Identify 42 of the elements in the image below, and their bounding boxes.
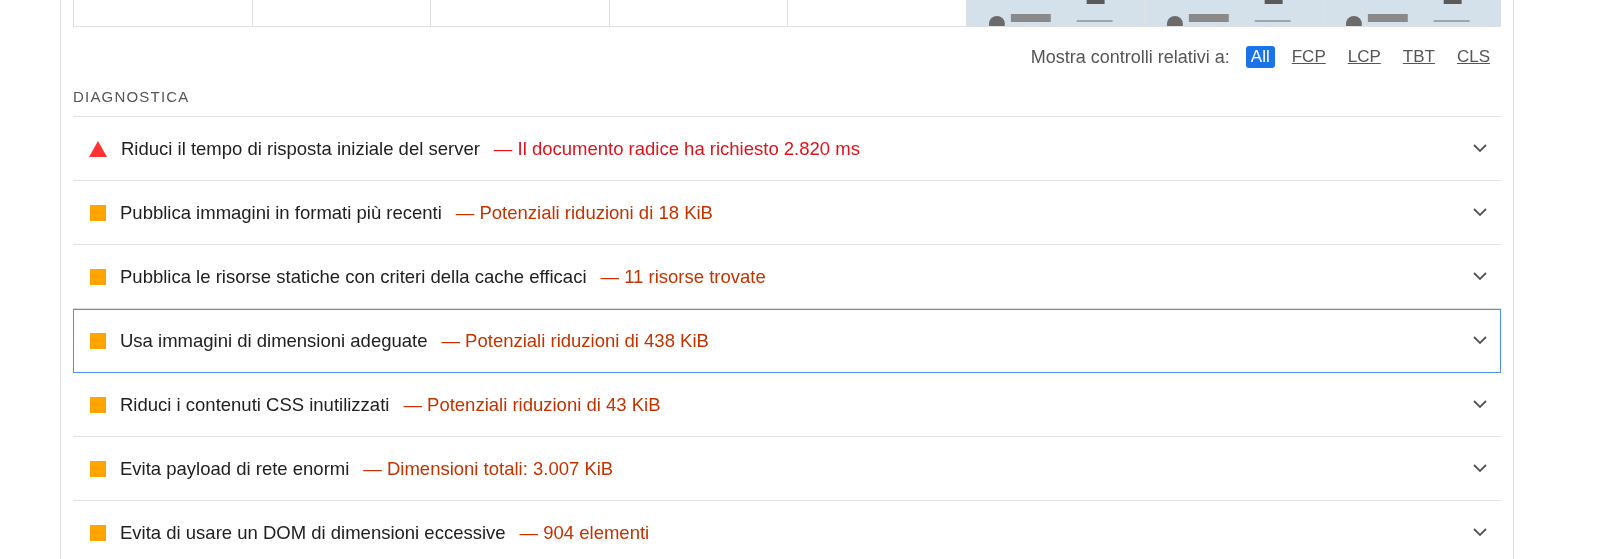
audit-title: Pubblica immagini in formati più recenti	[120, 201, 442, 224]
audit-row[interactable]: Riduci i contenuti CSS inutilizzati — Potenziali riduzioni di 43 KiB	[73, 373, 1501, 437]
filter-link[interactable]: CLS	[1451, 46, 1495, 68]
square-icon	[90, 204, 106, 221]
square-icon	[90, 460, 106, 477]
audit-detail: — Potenziali riduzioni di 18 KiB	[455, 201, 713, 224]
square-icon	[90, 332, 106, 349]
square-icon	[90, 396, 106, 413]
audit-detail: — Potenziali riduzioni di 438 KiB	[441, 329, 709, 352]
filter-link[interactable]: TBT	[1397, 46, 1440, 68]
audit-detail: — Potenziali riduzioni di 43 KiB	[403, 393, 661, 416]
audit-detail: — 11 risorse trovate	[600, 265, 766, 288]
warning-triangle-icon	[89, 140, 107, 157]
audit-title: Pubblica le risorse statiche con criteri della cache efficaci	[120, 265, 587, 288]
square-icon	[90, 268, 106, 285]
chevron-down-icon	[1473, 272, 1487, 281]
audit-title: Evita di usare un DOM di dimensioni eccessive	[120, 521, 506, 544]
audit-row[interactable]: Pubblica immagini in formati più recenti — Potenziali riduzioni di 18 KiB	[73, 181, 1501, 245]
chevron-down-icon	[1473, 464, 1487, 473]
audit-row[interactable]: Evita payload di rete enormi — Dimensioni totali: 3.007 KiB	[73, 437, 1501, 501]
square-icon	[90, 524, 106, 541]
chevron-down-icon	[1473, 528, 1487, 537]
audit-detail: — Dimensioni totali: 3.007 KiB	[363, 457, 614, 480]
audit-detail: — 904 elementi	[519, 521, 650, 544]
audit-row[interactable]: Pubblica le risorse statiche con criteri della cache efficaci — 11 risorse trovate	[73, 245, 1501, 309]
audit-detail: — Il documento radice ha richiesto 2.820 ms	[493, 137, 860, 160]
audit-row[interactable]: Riduci il tempo di risposta iniziale del server — Il documento radice ha richiesto 2.820 ms	[73, 117, 1501, 181]
section-title: DIAGNOSTICA	[73, 88, 191, 107]
audit-title: Usa immagini di dimensioni adeguate	[120, 329, 428, 352]
chevron-down-icon	[1473, 208, 1487, 217]
audit-title: Riduci il tempo di risposta iniziale del server	[121, 137, 480, 160]
audit-row[interactable]: Evita di usare un DOM di dimensioni eccessive — 904 elementi	[73, 501, 1501, 559]
audit-title: Evita payload di rete enormi	[120, 457, 350, 480]
audit-row[interactable]: Usa immagini di dimensioni adeguate — Potenziali riduzioni di 438 KiB	[73, 309, 1501, 373]
chevron-down-icon	[1473, 144, 1487, 153]
chevron-down-icon	[1473, 400, 1487, 409]
chevron-down-icon	[1473, 336, 1487, 345]
filter-link[interactable]: FCP	[1286, 46, 1331, 68]
filter-link[interactable]: All	[1245, 46, 1275, 68]
filter-link[interactable]: LCP	[1342, 46, 1386, 68]
audit-title: Riduci i contenuti CSS inutilizzati	[120, 393, 390, 416]
filter-label: Mostra controlli relativi a:	[1030, 46, 1230, 68]
